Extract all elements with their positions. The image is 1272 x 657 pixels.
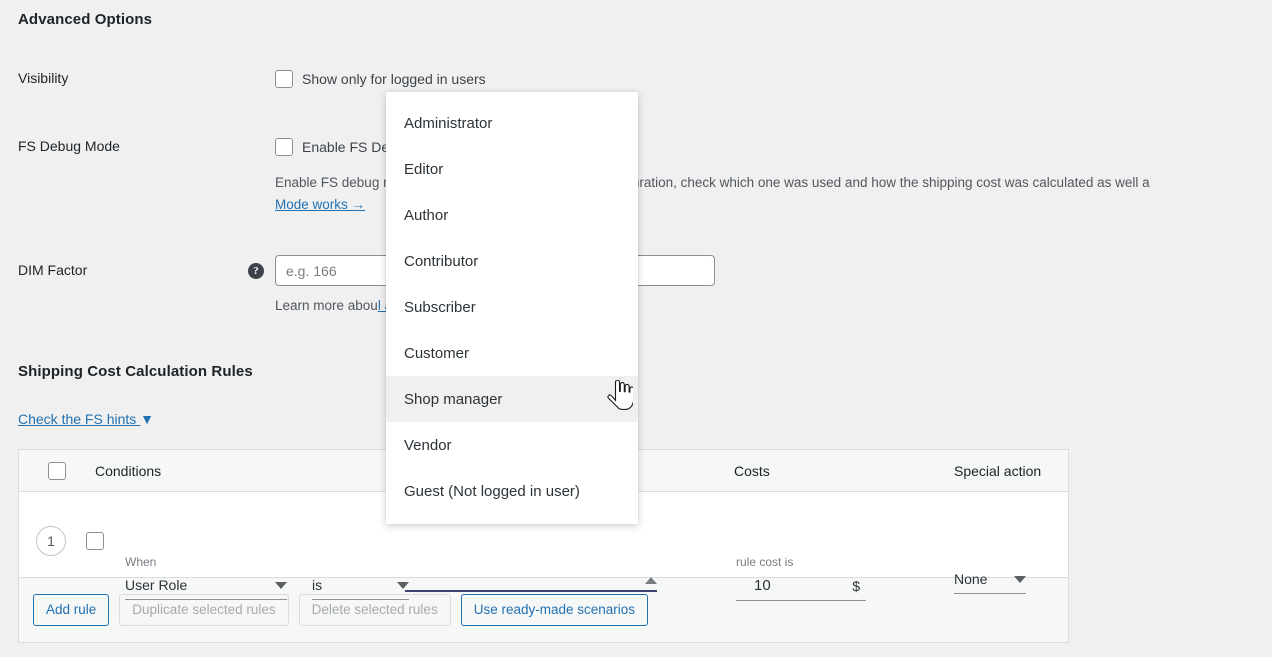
column-header-costs: Costs [734, 462, 770, 479]
visibility-label: Visibility [18, 70, 69, 86]
help-icon[interactable]: ? [248, 263, 264, 279]
column-header-special-action: Special action [954, 462, 1042, 479]
dropdown-option-guest[interactable]: Guest (Not logged in user) [386, 468, 638, 514]
row-select-checkbox[interactable] [86, 532, 104, 550]
condition-select[interactable]: User Role [125, 577, 287, 600]
dim-factor-description-text: Learn more abou [275, 298, 378, 313]
page-title: Advanced Options [18, 11, 153, 28]
cost-input[interactable]: 10 $ [736, 577, 866, 601]
visibility-checkbox-row[interactable]: Show only for logged in users [275, 70, 486, 88]
dropdown-option-customer[interactable]: Customer [386, 330, 638, 376]
select-all-checkbox[interactable] [48, 461, 66, 480]
operator-select[interactable]: is [312, 577, 409, 600]
when-label: When [125, 555, 157, 569]
column-header-conditions: Conditions [95, 462, 162, 479]
advanced-options-page: Advanced Options Visibility Show only fo… [0, 0, 1272, 657]
dropdown-option-contributor[interactable]: Contributor [386, 238, 638, 284]
cost-input-value: 10 [754, 577, 771, 594]
chevron-up-icon [645, 577, 657, 584]
check-fs-hints-link[interactable]: Check the FS hints ▼ [18, 411, 154, 427]
row-number: 1 [36, 526, 66, 556]
user-role-value-select[interactable] [405, 577, 657, 592]
visibility-checkbox[interactable] [275, 70, 293, 88]
select-all-cell[interactable] [19, 461, 95, 480]
operator-select-value: is [312, 577, 323, 593]
use-ready-made-scenarios-button[interactable]: Use ready-made scenarios [460, 594, 649, 626]
dropdown-option-author[interactable]: Author [386, 192, 638, 238]
rule-cost-label: rule cost is [736, 555, 794, 569]
chevron-down-icon [275, 581, 287, 589]
special-action-value: None [954, 571, 988, 587]
chevron-down-icon: ▼ [140, 411, 155, 427]
visibility-checkbox-label: Show only for logged in users [302, 71, 486, 87]
dropdown-option-vendor[interactable]: Vendor [386, 422, 638, 468]
dropdown-option-subscriber[interactable]: Subscriber [386, 284, 638, 330]
dim-factor-label: DIM Factor [18, 262, 88, 278]
currency-symbol: $ [852, 577, 860, 594]
user-role-dropdown[interactable]: Administrator Editor Author Contributor … [386, 92, 638, 524]
condition-select-value: User Role [125, 577, 188, 593]
fs-debug-mode-label: FS Debug Mode [18, 138, 120, 154]
dropdown-option-shop-manager[interactable]: Shop manager [386, 376, 638, 422]
add-rule-button[interactable]: Add rule [33, 594, 110, 626]
special-action-select[interactable]: None [954, 571, 1026, 594]
dropdown-option-administrator[interactable]: Administrator [386, 100, 638, 146]
check-fs-hints-label: Check the FS hints [18, 411, 137, 427]
chevron-down-icon [1014, 575, 1026, 583]
fs-debug-checkbox[interactable] [275, 138, 293, 156]
rules-section-title: Shipping Cost Calculation Rules [18, 363, 253, 380]
dropdown-option-editor[interactable]: Editor [386, 146, 638, 192]
fs-debug-description-link[interactable]: Mode works → [275, 197, 365, 212]
